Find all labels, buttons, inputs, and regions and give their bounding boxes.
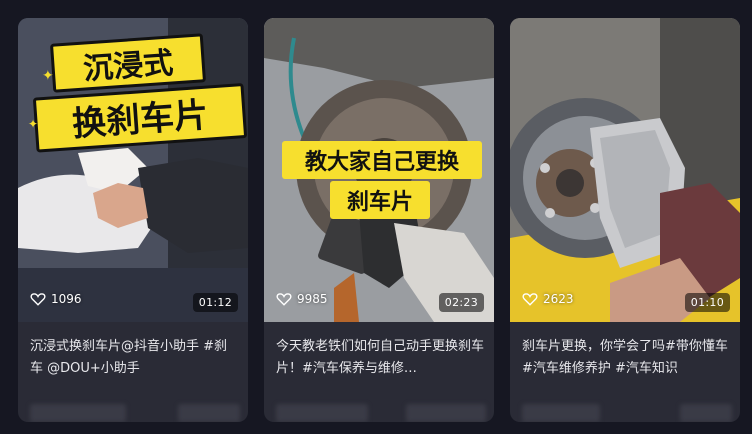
duration-badge: 01:12 xyxy=(192,293,238,312)
sparkle-icon: ✦ xyxy=(42,68,54,84)
sparkle-icon: ✦ xyxy=(28,117,38,131)
thumbnail-image xyxy=(510,18,740,322)
heart-icon xyxy=(522,293,538,306)
like-count: 9985 xyxy=(276,292,328,306)
like-count: 1096 xyxy=(30,292,82,306)
video-title[interactable]: 刹车片更换，你学会了吗#带你懂车#汽车维修养护 #汽车知识 xyxy=(522,336,730,380)
duration-badge: 02:23 xyxy=(438,293,484,312)
heart-icon xyxy=(30,293,46,306)
like-count-value: 1096 xyxy=(51,292,82,306)
video-card[interactable]: 教大家自己更换 刹车片 9985 02:23 今天教老铁们如何自己动手更换刹车片… xyxy=(264,18,494,422)
video-title[interactable]: 今天教老铁们如何自己动手更换刹车片！#汽车保养与维修… xyxy=(276,336,484,380)
like-count: 2623 xyxy=(522,292,574,306)
author-meta-blurred xyxy=(520,404,732,422)
video-title[interactable]: 沉浸式换刹车片@抖音小助手 #刹车 @DOU+小助手 xyxy=(30,336,238,380)
video-card[interactable]: 2623 01:10 刹车片更换，你学会了吗#带你懂车#汽车维修养护 #汽车知识 xyxy=(510,18,740,422)
video-card[interactable]: 沉浸式 换刹车片 ✦ ✦ 1096 01:12 沉浸式换刹车片@抖音小助手 #刹… xyxy=(18,18,248,422)
video-grid: 沉浸式 换刹车片 ✦ ✦ 1096 01:12 沉浸式换刹车片@抖音小助手 #刹… xyxy=(0,0,752,434)
thumbnail-image: 沉浸式 换刹车片 ✦ ✦ xyxy=(18,18,248,322)
like-count-value: 2623 xyxy=(543,292,574,306)
author-meta-blurred xyxy=(274,404,486,422)
video-thumbnail[interactable]: 沉浸式 换刹车片 ✦ ✦ xyxy=(18,18,248,322)
video-thumbnail[interactable] xyxy=(510,18,740,322)
thumbnail-image: 教大家自己更换 刹车片 xyxy=(264,18,494,322)
overlay-line2: 刹车片 xyxy=(347,189,413,215)
duration-badge: 01:10 xyxy=(684,293,730,312)
heart-icon xyxy=(276,293,292,306)
author-meta-blurred xyxy=(28,404,240,422)
overlay-line1: 沉浸式 xyxy=(82,46,174,87)
video-thumbnail[interactable]: 教大家自己更换 刹车片 xyxy=(264,18,494,322)
like-count-value: 9985 xyxy=(297,292,328,306)
overlay-line1: 教大家自己更换 xyxy=(305,149,460,175)
